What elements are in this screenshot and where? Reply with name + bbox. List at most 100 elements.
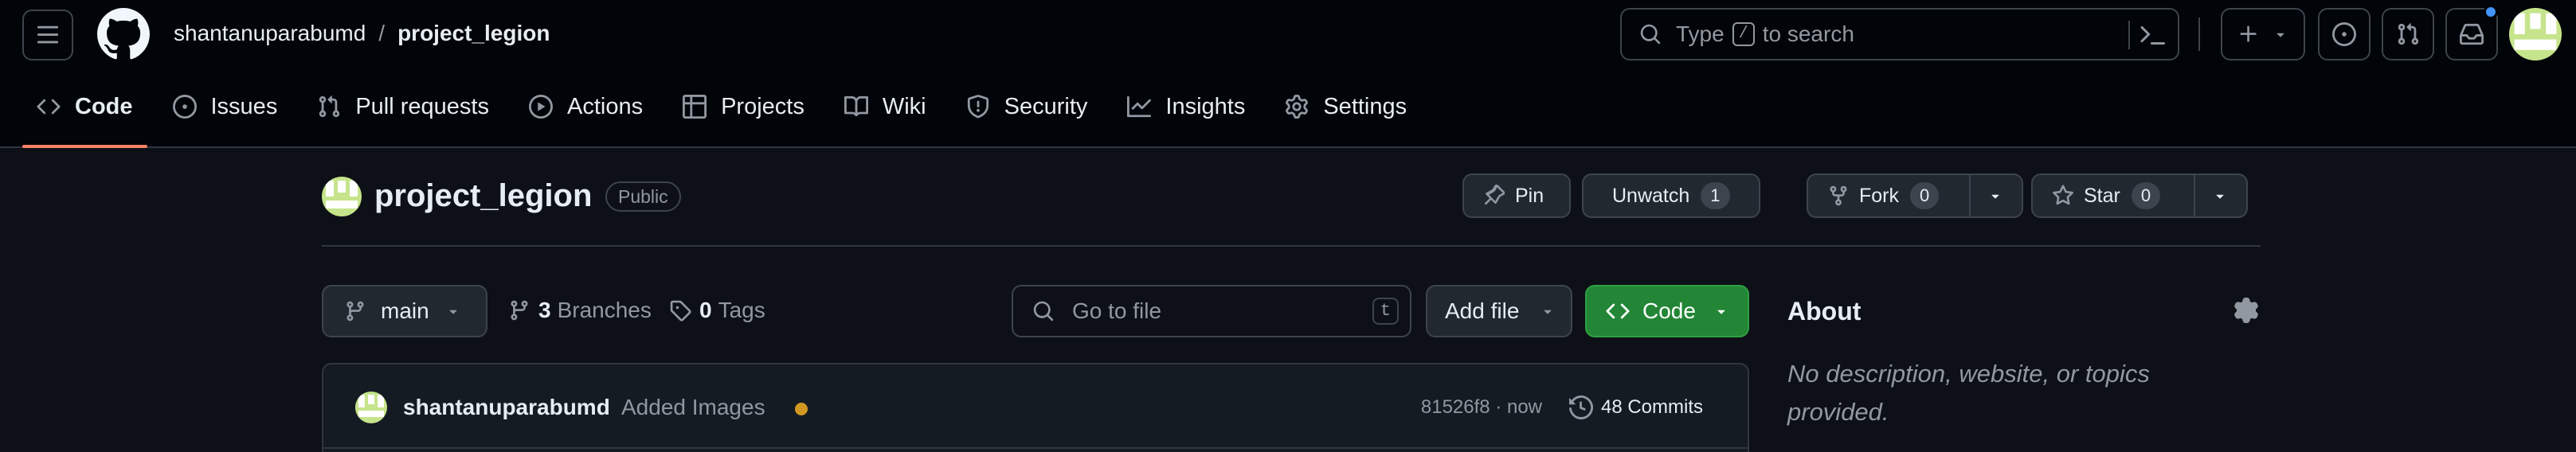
unwatch-button[interactable]: Unwatch 1	[1582, 173, 1760, 218]
star-count: 0	[2131, 182, 2161, 209]
repo-tab-bar: Code Issues Pull requests Actions Projec…	[22, 80, 1432, 148]
breadcrumb-owner-link[interactable]: shantanuparabumd	[174, 21, 366, 45]
edit-about-gear-icon[interactable]	[2233, 298, 2259, 327]
commits-history-link[interactable]: 48 Commits	[1568, 392, 1703, 423]
shield-icon	[967, 95, 989, 119]
tags-link[interactable]: 0 Tags	[669, 298, 765, 323]
commit-message-link[interactable]: Added Images	[621, 392, 765, 423]
title-divider	[322, 245, 2261, 247]
tab-issues[interactable]: Issues	[159, 80, 292, 134]
menu-button[interactable]	[22, 10, 73, 60]
search-divider	[2128, 21, 2130, 49]
unwatch-label: Unwatch	[1612, 184, 1690, 207]
branches-link[interactable]: 3 Branches	[508, 298, 652, 323]
branches-label: Branches	[557, 298, 652, 322]
repo-title[interactable]: project_legion	[374, 175, 592, 216]
tab-code[interactable]: Code	[22, 80, 147, 148]
tab-projects[interactable]: Projects	[668, 80, 819, 134]
code-label: Code	[1642, 298, 1696, 323]
search-placeholder-after: to search	[1762, 21, 1854, 46]
about-heading: About	[1787, 297, 1862, 325]
git-pull-request-icon	[319, 95, 340, 118]
pin-label: Pin	[1515, 184, 1544, 207]
go-to-file-input[interactable]: Go to file t	[1012, 285, 1411, 337]
repo-owner-avatar[interactable]	[322, 177, 362, 216]
graph-icon	[1127, 95, 1152, 118]
pin-icon	[1485, 185, 1505, 205]
caret-down-icon	[2216, 194, 2224, 199]
about-description: No description, website, or topics provi…	[1787, 360, 2150, 426]
caret-down-icon	[449, 310, 457, 314]
issue-opened-icon	[172, 95, 197, 119]
tab-actions[interactable]: Actions	[515, 80, 657, 134]
fork-button-group: Fork 0	[1807, 173, 2023, 218]
commit-status-indicator[interactable]	[795, 403, 808, 415]
fork-count: 0	[1910, 182, 1940, 209]
global-header: shantanuparabumd / project_legion Type / t…	[0, 0, 2576, 148]
tab-label: Issues	[210, 93, 278, 119]
tags-count: 0	[699, 298, 712, 322]
latest-commit-row: shantanuparabumd Added Images 81526f8 · …	[323, 364, 1748, 449]
repo-forked-icon	[1830, 185, 1847, 206]
header-divider	[2198, 18, 2200, 51]
book-icon	[844, 95, 868, 117]
star-label: Star	[2084, 184, 2120, 207]
commit-author-link[interactable]: shantanuparabumd	[403, 392, 610, 423]
inbox-icon	[2460, 23, 2484, 45]
fork-button[interactable]: Fork 0	[1808, 175, 1969, 216]
tab-pull-requests[interactable]: Pull requests	[303, 80, 503, 134]
star-button-group: Star 0	[2031, 173, 2248, 218]
caret-down-icon	[1544, 310, 1552, 314]
watch-count: 1	[1701, 182, 1730, 209]
fork-label: Fork	[1859, 184, 1899, 207]
commit-hash-time[interactable]: 81526f8 · now	[1421, 393, 1542, 422]
tab-label: Code	[75, 93, 133, 119]
star-dropdown-button[interactable]	[2194, 175, 2245, 216]
tab-security[interactable]: Security	[952, 80, 1102, 134]
search-icon	[1032, 300, 1055, 322]
table-icon	[683, 95, 707, 119]
commit-author-avatar[interactable]	[355, 392, 387, 423]
go-to-file-shortcut: t	[1372, 298, 1399, 325]
tab-label: Security	[1004, 93, 1088, 119]
code-icon	[37, 99, 61, 115]
caret-down-icon	[1717, 310, 1725, 314]
tab-settings[interactable]: Settings	[1270, 80, 1421, 134]
notification-indicator	[2484, 5, 2498, 19]
go-to-file-placeholder: Go to file	[1072, 298, 1162, 323]
caret-down-icon	[2277, 33, 2284, 37]
file-browser: shantanuparabumd Added Images 81526f8 · …	[322, 363, 1749, 452]
search-placeholder-before: Type	[1676, 21, 1725, 46]
user-avatar[interactable]	[2509, 8, 2562, 60]
search-input[interactable]: Type / to search	[1620, 8, 2179, 60]
commits-count-label: 48 Commits	[1600, 396, 1703, 418]
github-logo-icon[interactable]	[96, 8, 150, 60]
star-button[interactable]: Star 0	[2033, 175, 2194, 216]
tab-label: Projects	[721, 93, 805, 119]
history-icon	[1568, 396, 1593, 419]
hamburger-icon	[37, 25, 59, 44]
tab-wiki[interactable]: Wiki	[830, 80, 941, 134]
breadcrumb-repo-link[interactable]: project_legion	[397, 21, 550, 45]
command-palette-icon[interactable]	[2139, 22, 2165, 53]
search-icon	[1639, 23, 1662, 45]
your-pull-requests-button[interactable]	[2382, 8, 2434, 60]
fork-dropdown-button[interactable]	[1969, 175, 2020, 216]
add-file-button[interactable]: Add file	[1426, 285, 1572, 337]
git-branch-icon	[346, 301, 364, 321]
code-icon	[1606, 303, 1630, 319]
tab-label: Settings	[1323, 93, 1407, 119]
your-issues-button[interactable]	[2318, 8, 2370, 60]
code-button[interactable]: Code	[1585, 285, 1749, 337]
create-new-button[interactable]	[2221, 8, 2305, 60]
branch-selector[interactable]: main	[322, 285, 487, 337]
tab-insights[interactable]: Insights	[1113, 80, 1259, 134]
tags-label: Tags	[718, 298, 765, 322]
tab-label: Actions	[566, 93, 644, 119]
branches-count: 3	[538, 298, 551, 322]
tag-icon	[670, 300, 691, 321]
caret-down-icon	[1991, 194, 1999, 199]
tab-label: Pull requests	[355, 93, 489, 119]
add-file-label: Add file	[1445, 298, 1520, 323]
pin-button[interactable]: Pin	[1462, 173, 1571, 218]
